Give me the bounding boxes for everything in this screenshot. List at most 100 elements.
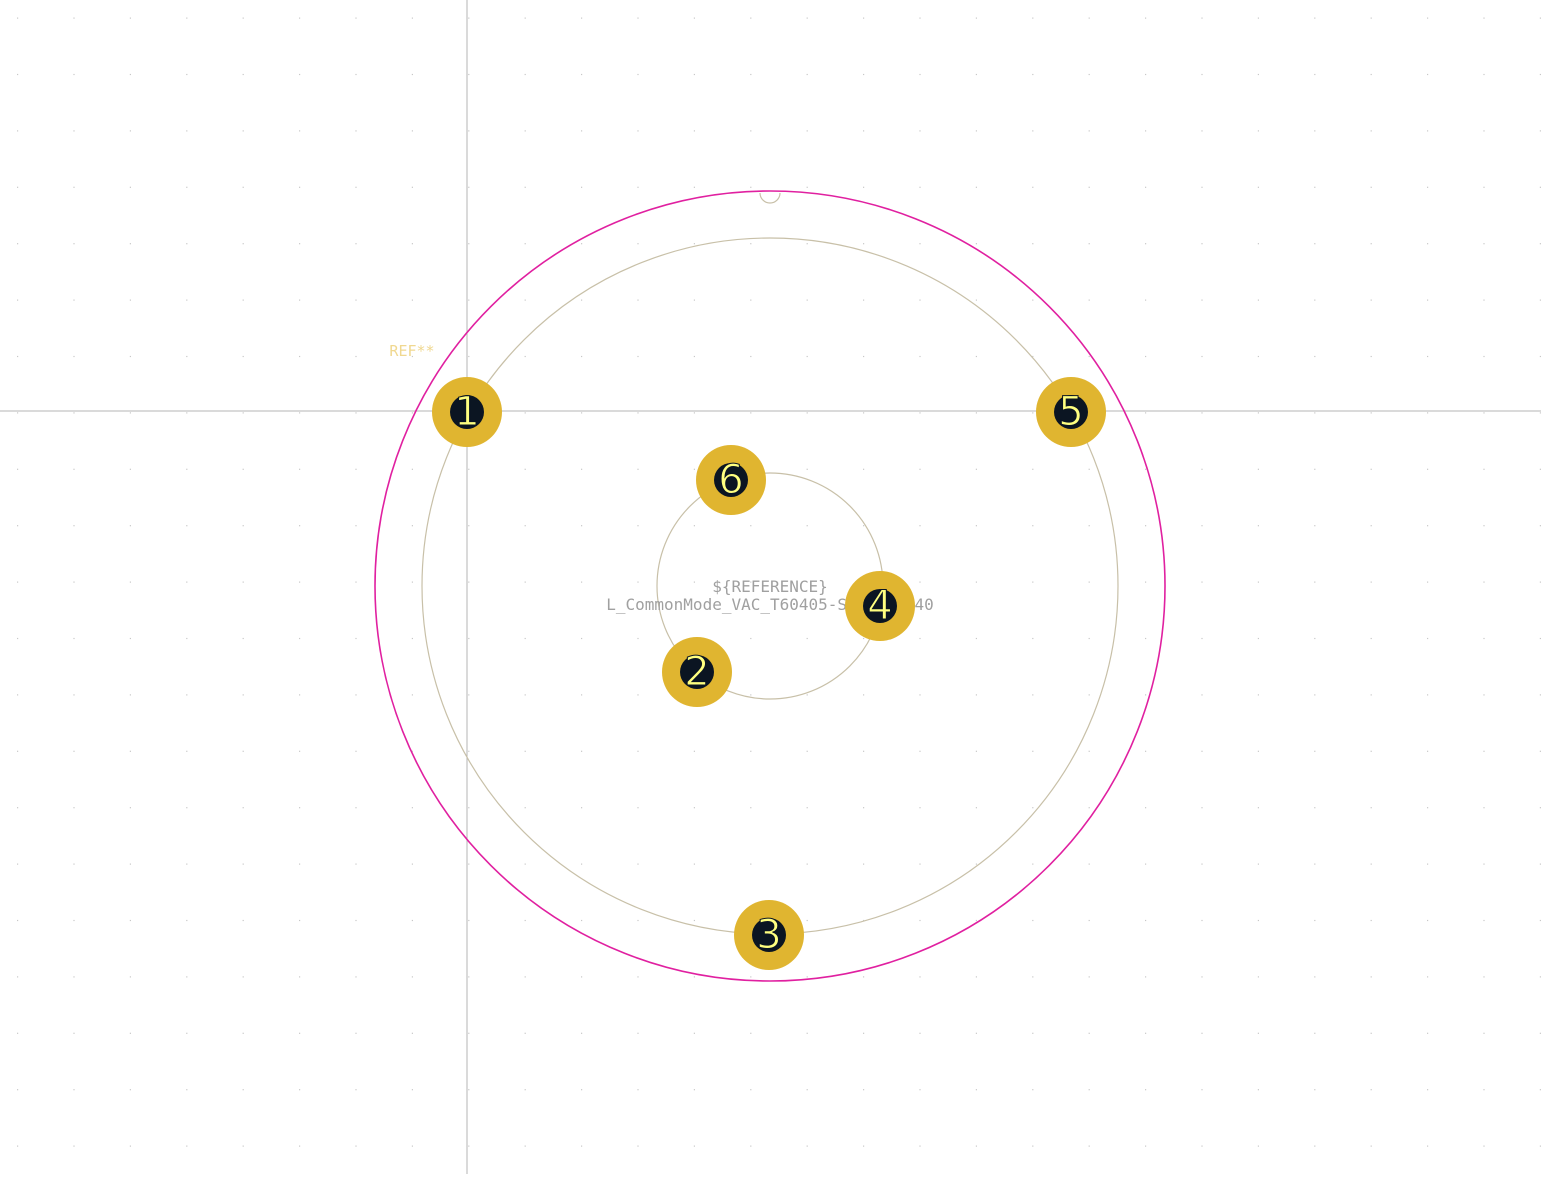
grid-dot [693, 581, 695, 583]
grid-dot [1257, 863, 1259, 865]
grid-dot [355, 468, 357, 470]
grid-dot [1145, 17, 1147, 19]
grid-dot [355, 17, 357, 19]
grid-dot [637, 355, 639, 358]
grid-dot [242, 750, 244, 752]
grid-dot [637, 73, 639, 76]
grid-dot [1483, 750, 1485, 752]
grid-dot [863, 130, 865, 132]
pad-2[interactable]: 2 [662, 637, 732, 707]
grid-dot [1314, 186, 1316, 188]
grid-dot [1427, 976, 1429, 978]
grid-dot [17, 73, 19, 76]
grid-dot [17, 243, 19, 245]
grid-dot [1314, 863, 1316, 865]
grid-dot [1201, 525, 1203, 527]
grid-dot [186, 637, 188, 640]
grid-dot [129, 355, 131, 358]
grid-dot [1088, 919, 1090, 922]
grid-dot [1483, 186, 1485, 188]
grid-dot [750, 863, 752, 865]
grid-dot [1427, 694, 1429, 696]
grid-dot [73, 355, 75, 358]
pcb-view[interactable]: REF** ${REFERENCE} L_CommonMode_VAC_T604… [0, 0, 1541, 1174]
grid-dot [186, 243, 188, 245]
grid-dot [581, 525, 583, 527]
grid-dot [468, 919, 470, 922]
reference-field-text[interactable]: ${REFERENCE} [712, 577, 828, 596]
grid-dot [637, 919, 639, 922]
grid-dot [1088, 299, 1090, 301]
reference-label[interactable]: REF** [389, 342, 434, 360]
grid-dot [299, 355, 301, 358]
grid-dot [919, 130, 921, 132]
grid-dot [1032, 73, 1034, 76]
grid-dot [1427, 919, 1429, 922]
grid-dot [1427, 186, 1429, 188]
pad-4[interactable]: 4 [845, 571, 915, 641]
grid-dot [1145, 1145, 1147, 1147]
grid-dot [975, 299, 977, 301]
grid-dot [1314, 1145, 1316, 1147]
grid-dot [1314, 694, 1316, 696]
grid-dot [750, 73, 752, 76]
grid-dot [1201, 355, 1203, 358]
grid-dot [1427, 1089, 1429, 1091]
grid-dot [581, 1145, 583, 1147]
grid-dot [1145, 1032, 1147, 1034]
grid-dot [411, 525, 413, 527]
grid-dot [1145, 750, 1147, 752]
grid-dot [468, 299, 470, 301]
grid-dot [693, 1032, 695, 1034]
grid-dot [186, 73, 188, 76]
grid-dot [524, 525, 526, 527]
grid-dot [129, 919, 131, 922]
grid-dot [524, 243, 526, 245]
grid-dot [581, 130, 583, 132]
grid-dot [1483, 468, 1485, 470]
grid-dot [863, 750, 865, 752]
grid-dot [863, 17, 865, 19]
grid-dot [73, 750, 75, 752]
pad-number: 2 [684, 649, 709, 695]
grid-dot [637, 130, 639, 132]
grid-dot [299, 468, 301, 470]
grid-dot [1483, 863, 1485, 865]
grid-dot [1088, 976, 1090, 978]
grid-dot [693, 976, 695, 978]
grid-dot [129, 243, 131, 245]
grid-dot [637, 525, 639, 527]
grid-dot [1427, 130, 1429, 132]
grid-dot [355, 73, 357, 76]
grid-dot [129, 863, 131, 865]
grid-dot [186, 525, 188, 527]
grid-dot [242, 1145, 244, 1147]
grid-dot [1257, 694, 1259, 696]
grid-dot [242, 186, 244, 188]
grid-dot [750, 299, 752, 301]
grid-dot [17, 976, 19, 978]
grid-dot [693, 299, 695, 301]
grid-dot [1088, 750, 1090, 752]
grid-dot [1201, 17, 1203, 19]
grid-dot [524, 130, 526, 132]
grid-dot [299, 412, 301, 414]
pad-5[interactable]: 5 [1036, 377, 1106, 447]
grid-dot [1370, 299, 1372, 301]
grid-dot [1032, 581, 1034, 583]
pad-6[interactable]: 6 [696, 445, 766, 515]
grid-dot [242, 355, 244, 358]
pad-number: 6 [718, 457, 743, 503]
grid-dot [186, 299, 188, 301]
grid-dot [186, 130, 188, 132]
grid-dot [1201, 694, 1203, 696]
footprint-canvas[interactable]: REF** ${REFERENCE} L_CommonMode_VAC_T604… [0, 0, 1541, 1174]
grid-dot [1483, 976, 1485, 978]
pad-1[interactable]: 1 [432, 377, 502, 447]
grid-dot [17, 1032, 19, 1034]
grid-dot [468, 17, 470, 19]
pad-3[interactable]: 3 [734, 900, 804, 970]
grid-dot [1370, 73, 1372, 76]
pad-number: 4 [867, 583, 892, 629]
grid-dot [693, 919, 695, 922]
